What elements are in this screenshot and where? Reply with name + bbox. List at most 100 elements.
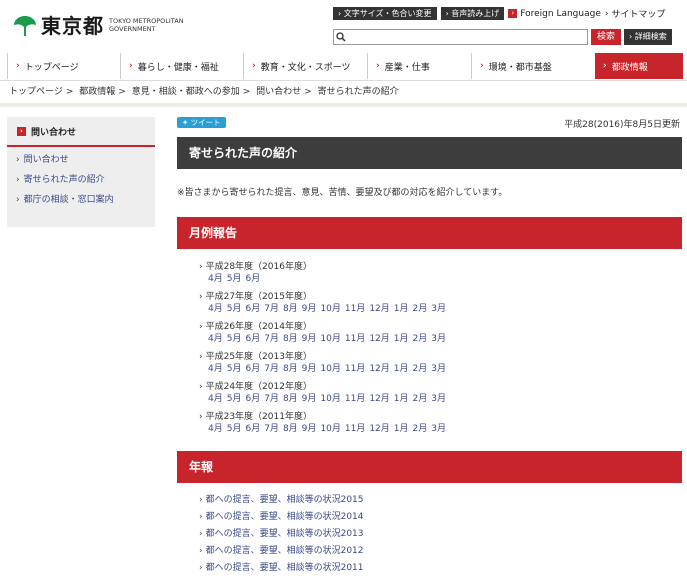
- month-link[interactable]: 5月: [227, 394, 242, 404]
- month-link[interactable]: 8月: [283, 364, 298, 374]
- month-link[interactable]: 7月: [264, 304, 279, 314]
- month-link[interactable]: 5月: [227, 274, 242, 284]
- month-link[interactable]: 9月: [302, 304, 317, 314]
- month-link[interactable]: 1月: [394, 364, 409, 374]
- breadcrumb-link[interactable]: 意見・相談・都政への参加: [132, 87, 240, 97]
- month-link[interactable]: 6月: [245, 424, 260, 434]
- chevron-right-icon: ›: [16, 195, 20, 205]
- month-link[interactable]: 8月: [283, 394, 298, 404]
- gnav-item-industry[interactable]: › 産業・仕事: [367, 53, 471, 79]
- month-link[interactable]: 5月: [227, 334, 242, 344]
- month-link[interactable]: 2月: [413, 334, 428, 344]
- advanced-search-button[interactable]: › 詳細検索: [624, 29, 672, 45]
- sidebar-heading[interactable]: › 問い合わせ: [7, 117, 155, 147]
- month-link[interactable]: 7月: [264, 364, 279, 374]
- month-link[interactable]: 9月: [302, 334, 317, 344]
- month-link[interactable]: 7月: [264, 424, 279, 434]
- month-link[interactable]: 6月: [245, 274, 260, 284]
- gnav-item-environment[interactable]: › 環境・都市基盤: [471, 53, 592, 79]
- month-link[interactable]: 12月: [369, 334, 389, 344]
- sidebar-item-inquiry[interactable]: › 問い合わせ: [16, 153, 155, 173]
- gnav-item-living[interactable]: › 暮らし・健康・福祉: [120, 53, 243, 79]
- gnav-item-education[interactable]: › 教育・文化・スポーツ: [243, 53, 367, 79]
- month-link[interactable]: 6月: [245, 304, 260, 314]
- month-link[interactable]: 9月: [302, 394, 317, 404]
- month-link[interactable]: 8月: [283, 424, 298, 434]
- month-link[interactable]: 4月: [208, 364, 223, 374]
- month-link[interactable]: 4月: [208, 424, 223, 434]
- foreign-language-link[interactable]: › Foreign Language: [508, 9, 601, 19]
- month-link[interactable]: 10月: [320, 424, 340, 434]
- month-link[interactable]: 7月: [264, 394, 279, 404]
- month-link[interactable]: 3月: [431, 424, 446, 434]
- month-link[interactable]: 6月: [245, 394, 260, 404]
- month-link[interactable]: 5月: [227, 424, 242, 434]
- month-link[interactable]: 3月: [431, 334, 446, 344]
- month-link[interactable]: 9月: [302, 364, 317, 374]
- month-link[interactable]: 12月: [369, 424, 389, 434]
- month-link[interactable]: 1月: [394, 304, 409, 314]
- site-logo[interactable]: 東京都 TOKYO METROPOLITAN GOVERNMENT: [12, 10, 184, 39]
- search-input[interactable]: [333, 29, 588, 45]
- sidebar-item-consultation[interactable]: › 都庁の相談・窓口案内: [16, 193, 155, 213]
- month-link[interactable]: 11月: [345, 394, 365, 404]
- month-link[interactable]: 11月: [345, 304, 365, 314]
- year-label-text: 平成25年度（2013年度）: [205, 352, 312, 362]
- month-link[interactable]: 10月: [320, 364, 340, 374]
- month-link[interactable]: 11月: [345, 364, 365, 374]
- month-link[interactable]: 8月: [283, 304, 298, 314]
- month-link[interactable]: 3月: [431, 394, 446, 404]
- month-link[interactable]: 3月: [431, 304, 446, 314]
- month-link[interactable]: 1月: [394, 394, 409, 404]
- month-link[interactable]: 8月: [283, 334, 298, 344]
- annual-report-link[interactable]: › 都への提言、要望、相談等の状況2011: [199, 562, 364, 576]
- month-link[interactable]: 11月: [345, 334, 365, 344]
- ginkgo-logo-icon: [14, 15, 36, 36]
- sitemap-link[interactable]: › サイトマップ: [605, 7, 665, 21]
- breadcrumb-link[interactable]: トップページ: [9, 87, 63, 97]
- month-link[interactable]: 12月: [369, 304, 389, 314]
- month-link[interactable]: 2月: [413, 364, 428, 374]
- month-link[interactable]: 1月: [394, 424, 409, 434]
- breadcrumb-link[interactable]: 都政情報: [79, 87, 115, 97]
- month-link[interactable]: 4月: [208, 304, 223, 314]
- month-link[interactable]: 4月: [208, 394, 223, 404]
- month-link[interactable]: 2月: [413, 304, 428, 314]
- breadcrumb-separator: >: [118, 87, 126, 97]
- sidebar-heading-label: 問い合わせ: [31, 127, 77, 138]
- breadcrumb-link[interactable]: 問い合わせ: [256, 87, 301, 97]
- search-button[interactable]: 検索: [591, 29, 622, 45]
- annual-report-link[interactable]: › 都への提言、要望、相談等の状況2012: [199, 545, 364, 562]
- month-link[interactable]: 9月: [302, 424, 317, 434]
- month-link[interactable]: 6月: [245, 364, 260, 374]
- month-link[interactable]: 12月: [369, 364, 389, 374]
- month-link[interactable]: 12月: [369, 394, 389, 404]
- month-link[interactable]: 2月: [413, 424, 428, 434]
- sidebar-item-voices[interactable]: › 寄せられた声の紹介: [16, 173, 155, 193]
- month-link[interactable]: 1月: [394, 334, 409, 344]
- month-link[interactable]: 6月: [245, 334, 260, 344]
- month-link[interactable]: 11月: [345, 424, 365, 434]
- read-aloud-button[interactable]: › 音声読み上げ: [440, 7, 505, 20]
- annual-report-link[interactable]: › 都への提言、要望、相談等の状況2013: [199, 528, 364, 545]
- tweet-button[interactable]: ✦ ツイート: [177, 117, 226, 128]
- month-link[interactable]: 10月: [320, 304, 340, 314]
- annual-report-link[interactable]: › 都への提言、要望、相談等の状況2015: [199, 494, 364, 511]
- month-link[interactable]: 4月: [208, 274, 223, 284]
- month-link[interactable]: 2月: [413, 394, 428, 404]
- gnav-item-government[interactable]: › 都政情報: [595, 53, 683, 79]
- gnav-item-top[interactable]: › トップページ: [7, 53, 120, 79]
- month-link[interactable]: 10月: [320, 334, 340, 344]
- month-link[interactable]: 5月: [227, 364, 242, 374]
- global-nav: › トップページ › 暮らし・健康・福祉 › 教育・文化・スポーツ › 産業・仕事 › 環…: [0, 53, 687, 81]
- month-link[interactable]: 3月: [431, 364, 446, 374]
- chevron-right-icon: ›: [16, 61, 20, 71]
- month-link[interactable]: 5月: [227, 304, 242, 314]
- gnav-label: トップページ: [24, 62, 79, 73]
- month-link[interactable]: 7月: [264, 334, 279, 344]
- text-size-button[interactable]: › 文字サイズ・色合い変更: [333, 7, 437, 20]
- month-link[interactable]: 4月: [208, 334, 223, 344]
- month-link[interactable]: 10月: [320, 394, 340, 404]
- annual-report-label: 都への提言、要望、相談等の状況2012: [205, 546, 364, 556]
- annual-report-link[interactable]: › 都への提言、要望、相談等の状況2014: [199, 511, 364, 528]
